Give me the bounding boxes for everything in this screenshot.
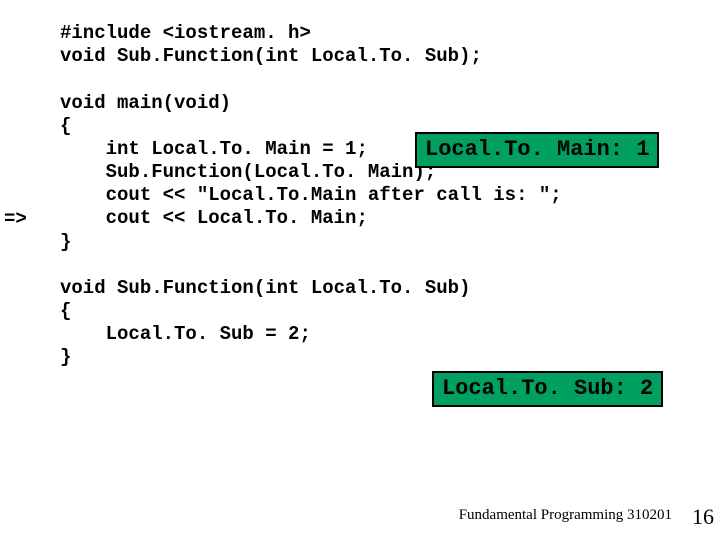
slide-number: 16	[692, 504, 714, 530]
code-listing: #include <iostream. h> void Sub.Function…	[60, 22, 562, 370]
execution-pointer-arrow: =>	[4, 208, 27, 230]
variable-badge-main: Local.To. Main: 1	[415, 132, 659, 168]
footer-course-label: Fundamental Programming 310201	[459, 507, 672, 524]
variable-badge-sub: Local.To. Sub: 2	[432, 371, 663, 407]
